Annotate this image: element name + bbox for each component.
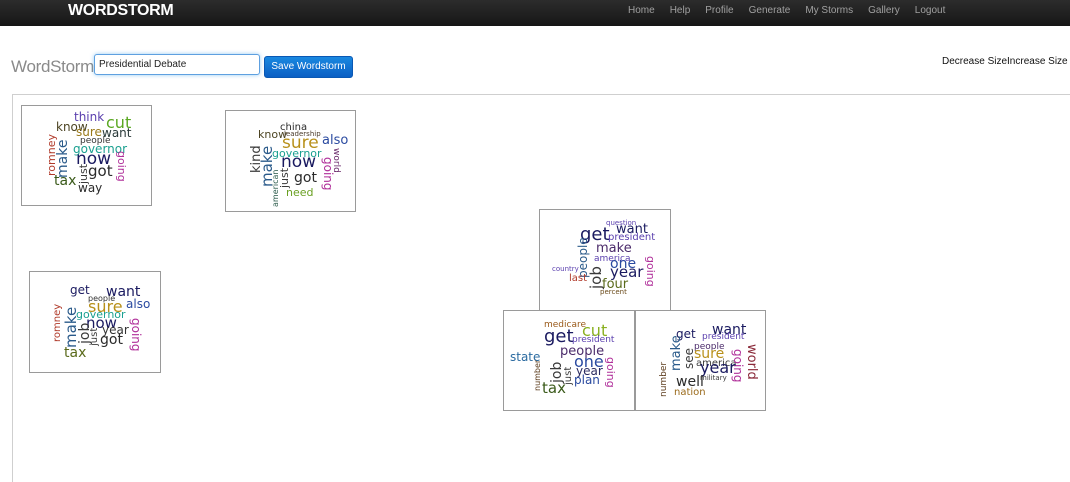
cloud-word: romney	[52, 303, 63, 342]
nav-gallery[interactable]: Gallery	[868, 5, 900, 21]
decrease-size-link[interactable]: Decrease Size	[942, 56, 1007, 67]
cloud-word: tax	[64, 345, 87, 361]
cloud-word: romney	[45, 134, 58, 176]
cloud-word: going	[115, 151, 128, 182]
nav-links: Home Help Profile Generate My Storms Gal…	[628, 5, 960, 21]
nav-help[interactable]: Help	[670, 5, 691, 21]
word-cloud-5[interactable]: medicare cut get president people state …	[503, 310, 635, 411]
cloud-word: going	[321, 157, 335, 191]
cloud-word: nation	[674, 387, 706, 398]
word-cloud-6[interactable]: get want president people make see sure …	[635, 310, 766, 411]
nav-home[interactable]: Home	[628, 5, 655, 21]
brand-logo[interactable]: WORDSTORM	[68, 2, 174, 20]
cloud-word: american	[271, 169, 280, 208]
save-wordstorm-button[interactable]: Save Wordstorm	[264, 56, 353, 78]
cloud-word: tax	[542, 379, 566, 397]
cloud-word: number	[533, 359, 542, 391]
page-title: WordStorm:	[11, 57, 99, 76]
cloud-word: number	[659, 361, 669, 397]
cloud-word: also	[322, 133, 349, 148]
navbar: WORDSTORM Home Help Profile Generate My …	[0, 0, 1070, 26]
cloud-word: last	[569, 273, 588, 284]
cloud-word: percent	[600, 288, 627, 296]
cloud-word: going	[644, 256, 657, 287]
cloud-word: got	[88, 162, 113, 180]
nav-profile[interactable]: Profile	[705, 5, 733, 21]
word-cloud-3[interactable]: get want people sure also governor make …	[29, 271, 161, 373]
cloud-word: going	[129, 318, 143, 352]
cloud-word: going	[604, 357, 617, 388]
word-cloud-1[interactable]: think cut know sure want people make gov…	[21, 105, 152, 206]
cloud-word: also	[126, 297, 151, 311]
increase-size-link[interactable]: Increase Size	[1007, 56, 1068, 67]
cloud-word: military	[700, 374, 727, 382]
cloud-word: way	[78, 181, 103, 195]
cloud-word: world	[744, 344, 759, 380]
word-cloud-4[interactable]: question get want president people make …	[539, 209, 671, 311]
cloud-word: got	[100, 332, 123, 348]
cloud-word: got	[294, 170, 317, 186]
cloud-word: just	[278, 167, 291, 188]
cloud-word: need	[286, 186, 314, 199]
size-controls: Decrease SizeIncrease Size	[942, 56, 1068, 67]
word-cloud-2[interactable]: china know leadership sure also governor…	[225, 110, 356, 212]
cloud-word: country	[552, 265, 579, 273]
nav-logout[interactable]: Logout	[915, 5, 946, 21]
cloud-word: just	[89, 327, 100, 346]
nav-generate[interactable]: Generate	[749, 5, 791, 21]
cloud-word: tax	[54, 173, 77, 189]
cloud-word: plan	[574, 373, 600, 387]
cloud-word: get	[70, 283, 90, 297]
nav-my-storms[interactable]: My Storms	[805, 5, 853, 21]
storm-name-input[interactable]	[94, 54, 260, 75]
cloud-word: president	[702, 332, 745, 342]
